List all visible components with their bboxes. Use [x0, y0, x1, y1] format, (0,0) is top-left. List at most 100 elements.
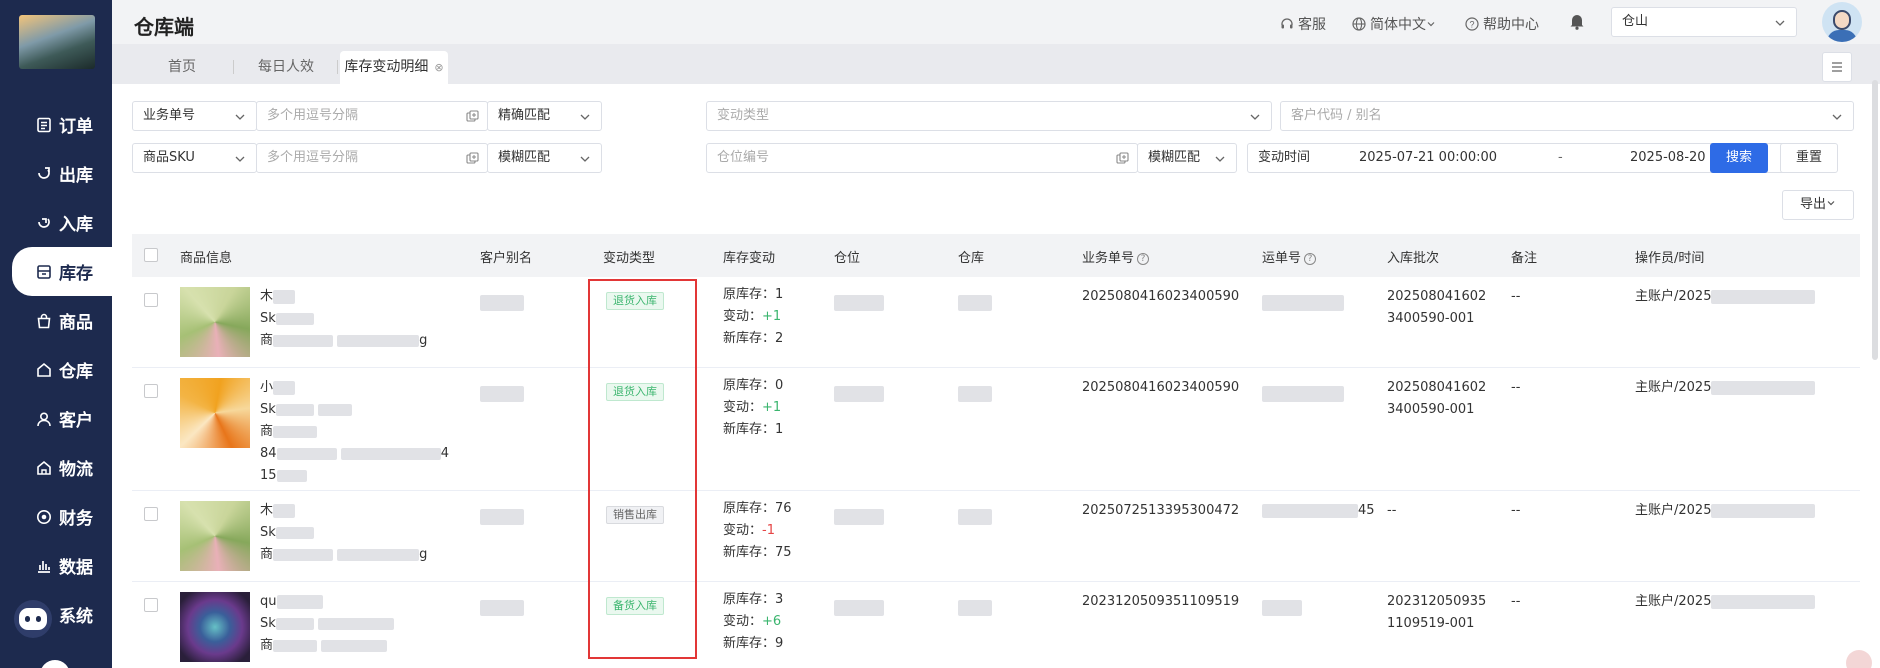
sidebar-item-inbound[interactable]: 入库: [0, 198, 112, 247]
col-stock: 库存变动: [723, 251, 776, 266]
table-row: 木 Sk 商 g 退货入库 原库存：1 变动：+1 新库存：2 20250804…: [132, 277, 1860, 368]
col-goods: 商品信息: [180, 251, 233, 266]
orig-stock: 0: [775, 378, 784, 393]
sidebar-item-warehouse[interactable]: 仓库: [0, 345, 112, 394]
col-warehouse: 仓库: [958, 251, 985, 266]
location-match-mode-select[interactable]: 模糊匹配: [1137, 143, 1237, 173]
question-icon[interactable]: ?: [1304, 253, 1317, 265]
tab-daily-efficiency[interactable]: 每日人效: [236, 51, 336, 84]
customer-service-link[interactable]: 客服: [1280, 14, 1326, 34]
bell-icon[interactable]: [1569, 12, 1585, 34]
stock-change: +1: [762, 400, 782, 415]
product-code: 商: [260, 333, 274, 348]
location-input[interactable]: 仓位编号: [706, 143, 1138, 173]
finance-icon: [35, 508, 53, 526]
row-checkbox[interactable]: [144, 507, 158, 521]
chevron-down-icon: [1832, 114, 1842, 120]
customer-select[interactable]: 客户代码 / 别名: [1280, 101, 1854, 131]
help-center-link[interactable]: ? 帮助中心: [1465, 14, 1539, 34]
chevron-down-icon: [1827, 201, 1835, 206]
sidebar-item-outbound[interactable]: 出库: [0, 149, 112, 198]
search-button[interactable]: 搜索: [1710, 143, 1768, 173]
sku-input[interactable]: 多个用逗号分隔: [256, 143, 488, 173]
sidebar-item-label: 库存: [59, 264, 93, 284]
sidebar-item-label: 出库: [59, 166, 93, 186]
sidebar-item-inventory[interactable]: 库存: [12, 247, 112, 296]
remark-value: --: [1511, 594, 1521, 609]
product-sku: Sk: [260, 616, 276, 631]
col-remark: 备注: [1511, 251, 1538, 266]
outbound-icon: [35, 165, 53, 183]
sidebar-item-label: 入库: [59, 215, 93, 235]
vertical-scrollbar[interactable]: [1872, 80, 1878, 360]
app-title: 仓库端: [134, 15, 194, 39]
copy-icon: [466, 152, 479, 164]
sidebar-item-label: 数据: [59, 558, 93, 578]
product-thumbnail: [180, 501, 250, 571]
product-name: 木: [260, 289, 274, 304]
table-header: 商品信息 客户别名 变动类型 库存变动 仓位 仓库 业务单号? 运单号? 入库批…: [132, 234, 1860, 277]
sku-match-mode-select[interactable]: 模糊匹配: [487, 143, 602, 173]
change-type-select[interactable]: 变动类型: [706, 101, 1272, 131]
sidebar: 订单 出库 入库 库存 商品 仓库 客户 物流 财务 数据 系统: [0, 0, 112, 668]
inbound-icon: [35, 214, 53, 232]
product-name: qu: [260, 594, 277, 609]
data-icon: [35, 557, 53, 575]
export-button[interactable]: 导出: [1782, 190, 1854, 220]
product-sku: Sk: [260, 402, 276, 417]
sidebar-item-label: 商品: [59, 313, 93, 333]
sku-type-select[interactable]: 商品SKU: [132, 143, 257, 173]
row-checkbox[interactable]: [144, 384, 158, 398]
product-sku: Sk: [260, 525, 276, 540]
row-checkbox[interactable]: [144, 598, 158, 612]
batch-value: --: [1387, 503, 1397, 518]
inventory-icon: [35, 263, 53, 281]
close-icon[interactable]: ⊗: [434, 61, 443, 74]
time-start[interactable]: 2025-07-21 00:00:00: [1359, 144, 1497, 172]
sidebar-item-label: 仓库: [59, 362, 93, 382]
sidebar-item-label: 系统: [59, 607, 93, 627]
biz-no-value[interactable]: 2025080416023400590: [1082, 377, 1239, 399]
batch-value: 202508041602: [1387, 289, 1487, 304]
warehouse-select[interactable]: 仓山: [1611, 7, 1797, 37]
chevron-down-icon: [580, 156, 590, 162]
chevron-down-icon: [580, 114, 590, 120]
row-checkbox[interactable]: [144, 293, 158, 307]
sidebar-item-data[interactable]: 数据: [0, 541, 112, 590]
product-code: 商: [260, 547, 274, 562]
biz-no-type-select[interactable]: 业务单号: [132, 101, 257, 131]
copy-icon: [1116, 152, 1129, 164]
operator-value: 主账户/2025: [1635, 594, 1712, 609]
customer-icon: [35, 410, 53, 428]
stock-change: +6: [762, 614, 782, 629]
sidebar-item-customer[interactable]: 客户: [0, 394, 112, 443]
tab-inventory-change-detail[interactable]: 库存变动明细 ⊗: [340, 51, 448, 84]
user-avatar[interactable]: [1822, 2, 1862, 42]
tabs-menu-button[interactable]: [1822, 52, 1852, 82]
select-all-checkbox[interactable]: [144, 248, 158, 262]
time-range-label: 变动时间: [1258, 150, 1311, 165]
operator-value: 主账户/2025: [1635, 503, 1712, 518]
sidebar-item-finance[interactable]: 财务: [0, 492, 112, 541]
goods-icon: [35, 312, 53, 330]
biz-no-value[interactable]: 2023120509351109519: [1082, 591, 1239, 613]
biz-no-value[interactable]: 2025080416023400590: [1082, 286, 1239, 308]
sidebar-item-order[interactable]: 订单: [0, 100, 112, 149]
match-mode-select[interactable]: 精确匹配: [487, 101, 602, 131]
tab-home[interactable]: 首页: [132, 51, 232, 84]
reset-button[interactable]: 重置: [1780, 143, 1838, 173]
batch-value: 202508041602: [1387, 380, 1487, 395]
sidebar-item-logistics[interactable]: 物流: [0, 443, 112, 492]
orig-stock: 3: [775, 592, 784, 607]
question-icon[interactable]: ?: [1137, 253, 1150, 265]
collapse-toggle[interactable]: [40, 660, 70, 668]
col-alias: 客户别名: [480, 251, 533, 266]
assistant-robot-icon[interactable]: [14, 600, 52, 638]
biz-no-value[interactable]: 2025072513395300472: [1082, 500, 1239, 522]
sidebar-item-label: 财务: [59, 509, 93, 529]
chevron-down-icon: [1215, 156, 1225, 162]
language-switcher[interactable]: 简体中文: [1352, 14, 1440, 34]
biz-no-input[interactable]: 多个用逗号分隔: [256, 101, 488, 131]
copy-icon: [466, 110, 479, 122]
sidebar-item-goods[interactable]: 商品: [0, 296, 112, 345]
